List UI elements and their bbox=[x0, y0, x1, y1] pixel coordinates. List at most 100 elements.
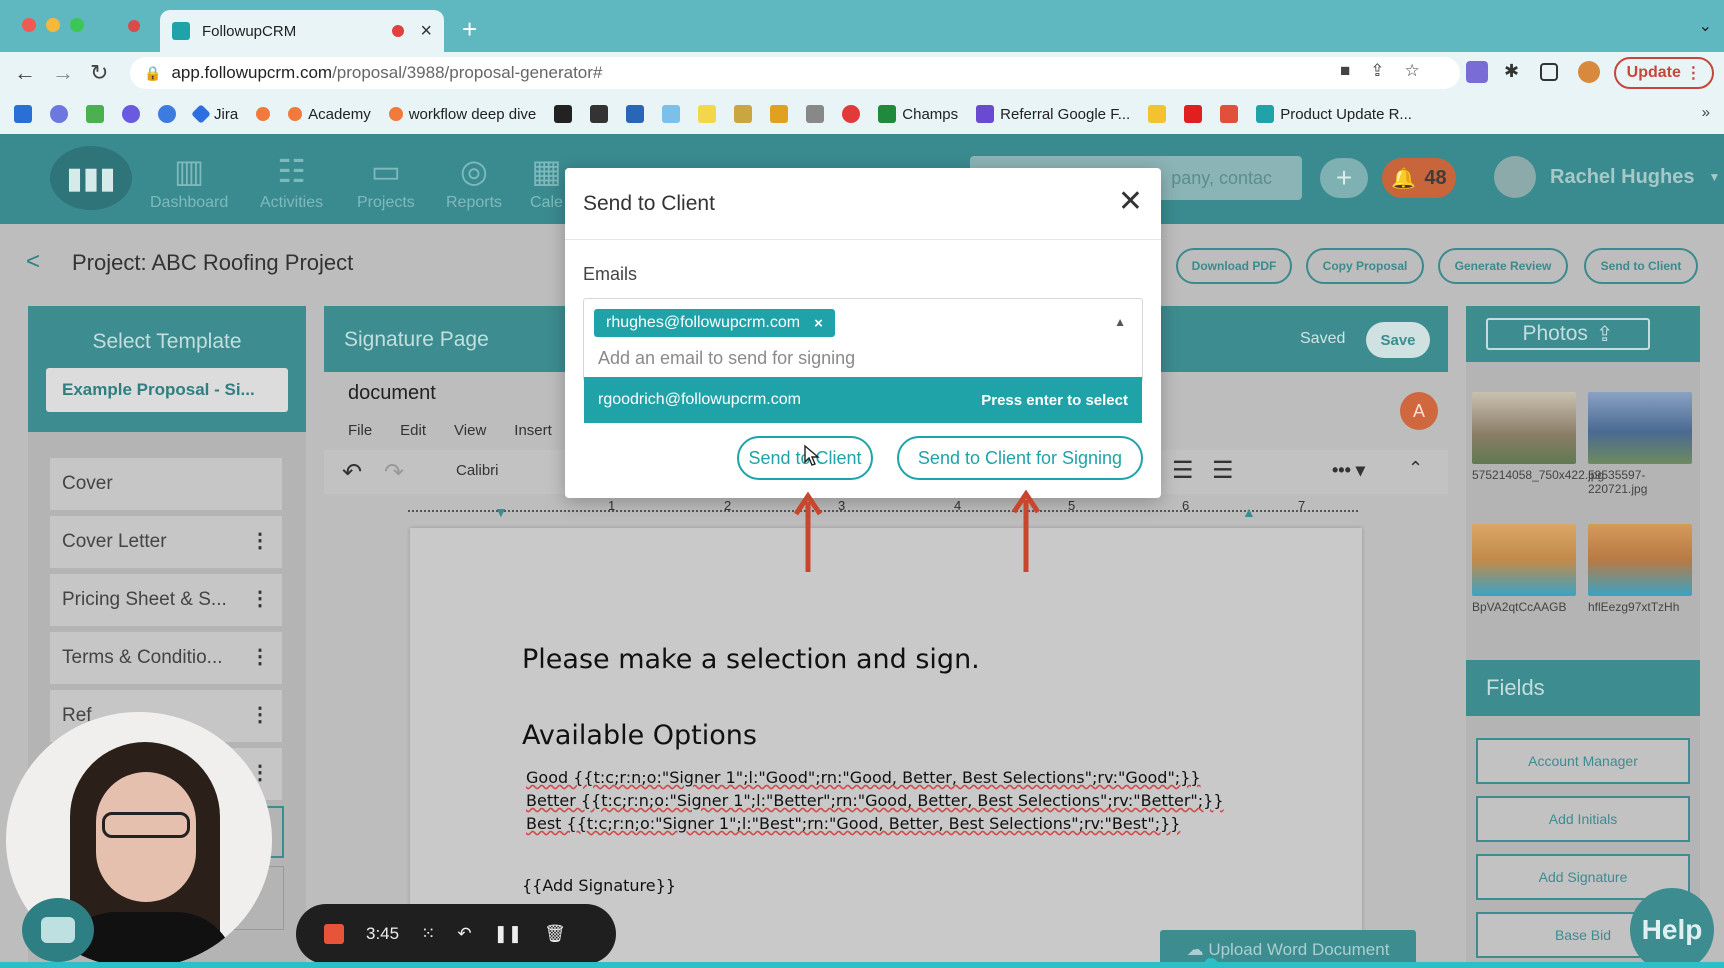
photos-upload-button[interactable]: Photos ⇪ bbox=[1486, 318, 1650, 350]
bookmark-banana[interactable] bbox=[698, 105, 717, 123]
send-client-signing-button[interactable]: Send to Client for Signing bbox=[897, 436, 1143, 480]
close-window-button[interactable] bbox=[22, 18, 36, 32]
tab-search-chevron-icon[interactable]: ⌄ bbox=[1699, 16, 1712, 36]
nav-activities[interactable]: ☷ Activities bbox=[260, 152, 323, 212]
send-to-client-button[interactable]: Send to Client bbox=[1584, 248, 1698, 284]
bookmark-gem[interactable] bbox=[662, 105, 681, 123]
nav-reports[interactable]: ◎ Reports bbox=[446, 152, 502, 212]
field-add-initials[interactable]: Add Initials bbox=[1476, 796, 1690, 842]
photo-thumb-1[interactable] bbox=[1472, 392, 1576, 464]
document-page[interactable]: Please make a selection and sign. Availa… bbox=[410, 528, 1362, 968]
bookmark-c1[interactable] bbox=[122, 105, 140, 123]
kebab-menu-icon[interactable]: ⋮ bbox=[250, 586, 270, 611]
bookmark-gear[interactable] bbox=[50, 105, 68, 123]
photo-thumb-4[interactable] bbox=[1588, 524, 1692, 596]
nav-dashboard[interactable]: ▥ Dashboard bbox=[150, 152, 228, 212]
section-terms[interactable]: Terms & Conditio... ⋮ bbox=[50, 632, 282, 684]
bookmark-trophy[interactable] bbox=[770, 105, 789, 123]
sidebar-icon[interactable] bbox=[1540, 63, 1558, 81]
restart-icon[interactable]: ↶ bbox=[457, 924, 471, 944]
bookmark-linkedin[interactable] bbox=[626, 105, 645, 123]
kebab-menu-icon[interactable]: ⋮ bbox=[250, 702, 270, 727]
maximize-window-button[interactable] bbox=[70, 18, 84, 32]
update-button[interactable]: Update ⋮ bbox=[1614, 57, 1714, 89]
menu-insert[interactable]: Insert bbox=[514, 422, 552, 439]
bookmark-hubspot[interactable] bbox=[256, 107, 271, 121]
section-cover-letter[interactable]: Cover Letter ⋮ bbox=[50, 516, 282, 568]
followupcrm-logo-icon[interactable]: ▮▮▮ bbox=[50, 146, 132, 210]
address-bar[interactable]: 🔒 app.followupcrm.com/proposal/3988/prop… bbox=[130, 57, 1460, 89]
menu-file[interactable]: File bbox=[348, 422, 372, 439]
bookmark-microscope[interactable] bbox=[806, 105, 825, 123]
bookmark-champs[interactable]: Champs bbox=[878, 105, 958, 123]
notifications-button[interactable]: 🔔 48 bbox=[1382, 158, 1456, 198]
nav-projects[interactable]: ▭ Projects bbox=[357, 152, 415, 212]
progress-knob[interactable] bbox=[1204, 958, 1218, 968]
bookmark-heart[interactable] bbox=[842, 105, 861, 123]
copy-proposal-button[interactable]: Copy Proposal bbox=[1306, 248, 1424, 284]
generate-review-button[interactable]: Generate Review bbox=[1438, 248, 1568, 284]
profile-avatar-icon[interactable] bbox=[1578, 61, 1600, 83]
align-justify-icon[interactable]: ☰ bbox=[1212, 456, 1234, 485]
right-indent-marker[interactable]: ▲ bbox=[1242, 504, 1256, 520]
bookmark-notion[interactable] bbox=[554, 105, 573, 123]
camera-icon[interactable]: ■ bbox=[1340, 61, 1350, 81]
menu-edit[interactable]: Edit bbox=[400, 422, 426, 439]
bookmark-academy[interactable]: Academy bbox=[288, 106, 371, 123]
bookmark-acrobat[interactable] bbox=[1220, 105, 1239, 123]
section-pricing-sheet[interactable]: Pricing Sheet & S... ⋮ bbox=[50, 574, 282, 626]
chat-button[interactable] bbox=[22, 898, 94, 962]
undo-icon[interactable]: ↶ bbox=[342, 458, 362, 487]
kebab-menu-icon[interactable]: ⋮ bbox=[250, 528, 270, 553]
nav-calendar[interactable]: ▦ Cale bbox=[530, 152, 563, 212]
bookmark-drive[interactable] bbox=[1148, 105, 1167, 123]
save-button[interactable]: Save bbox=[1366, 322, 1430, 358]
bookmark-product-update[interactable]: Product Update R... bbox=[1256, 105, 1412, 123]
video-progress-bar[interactable] bbox=[0, 958, 1724, 968]
bookmark-workflow[interactable]: workflow deep dive bbox=[388, 106, 536, 123]
bookmark-star-icon[interactable]: ☆ bbox=[1405, 61, 1420, 81]
browser-tab-followupcrm[interactable]: FollowupCRM × bbox=[160, 10, 444, 52]
trash-icon[interactable]: 🗑 bbox=[544, 924, 566, 944]
collaborator-avatar[interactable]: A bbox=[1400, 392, 1438, 430]
align-right-icon[interactable]: ☰ bbox=[1172, 456, 1194, 485]
puzzle-extensions-icon[interactable]: ✱ bbox=[1504, 61, 1526, 83]
bookmark-c2[interactable] bbox=[158, 105, 176, 123]
menu-view[interactable]: View bbox=[454, 422, 486, 439]
bookmark-image[interactable] bbox=[734, 105, 753, 123]
bookmark-grad[interactable] bbox=[590, 105, 609, 123]
bookmarks-overflow-icon[interactable]: » bbox=[1702, 104, 1710, 121]
more-options-icon[interactable]: ••• ▾ bbox=[1332, 460, 1365, 481]
font-family-select[interactable]: Calibri bbox=[456, 462, 499, 479]
collapse-toolbar-icon[interactable]: ⌃ bbox=[1408, 458, 1423, 479]
caret-up-icon[interactable]: ▲ bbox=[1114, 315, 1126, 329]
forward-arrow-icon[interactable]: → bbox=[52, 60, 74, 86]
bookmark-youtube[interactable] bbox=[1184, 105, 1203, 123]
new-tab-icon[interactable]: + bbox=[462, 14, 477, 45]
kebab-menu-icon[interactable]: ⋮ bbox=[250, 644, 270, 669]
pause-icon[interactable]: ❚❚ bbox=[494, 924, 523, 944]
bookmark-leaf[interactable] bbox=[86, 105, 104, 123]
minimize-window-button[interactable] bbox=[46, 18, 60, 32]
bookmark-outlook[interactable] bbox=[14, 105, 32, 123]
reload-icon[interactable]: ↻ bbox=[90, 60, 108, 86]
close-icon[interactable]: ✕ bbox=[1118, 184, 1143, 219]
download-pdf-button[interactable]: Download PDF bbox=[1176, 248, 1292, 284]
remove-email-icon[interactable]: × bbox=[814, 315, 823, 332]
share-icon[interactable]: ⇪ bbox=[1370, 61, 1384, 81]
extension-icon[interactable] bbox=[1466, 61, 1488, 83]
email-multiselect[interactable]: rhughes@followupcrm.com × ▲ bbox=[583, 298, 1143, 382]
stop-recording-button[interactable] bbox=[324, 924, 344, 944]
left-indent-marker[interactable]: ▼ bbox=[494, 504, 508, 520]
quick-add-button[interactable]: + bbox=[1320, 158, 1368, 198]
email-input[interactable] bbox=[598, 343, 1078, 373]
back-chevron-icon[interactable]: < bbox=[26, 248, 40, 276]
close-tab-icon[interactable]: × bbox=[420, 20, 432, 43]
photo-thumb-2[interactable] bbox=[1588, 392, 1692, 464]
back-arrow-icon[interactable]: ← bbox=[14, 60, 36, 86]
field-account-manager[interactable]: Account Manager bbox=[1476, 738, 1690, 784]
bookmark-referral[interactable]: Referral Google F... bbox=[976, 105, 1130, 123]
photo-thumb-3[interactable] bbox=[1472, 524, 1576, 596]
user-menu[interactable]: Rachel Hughes ▼ bbox=[1494, 156, 1720, 198]
email-suggestion-option[interactable]: rgoodrich@followupcrm.com Press enter to… bbox=[584, 377, 1142, 423]
